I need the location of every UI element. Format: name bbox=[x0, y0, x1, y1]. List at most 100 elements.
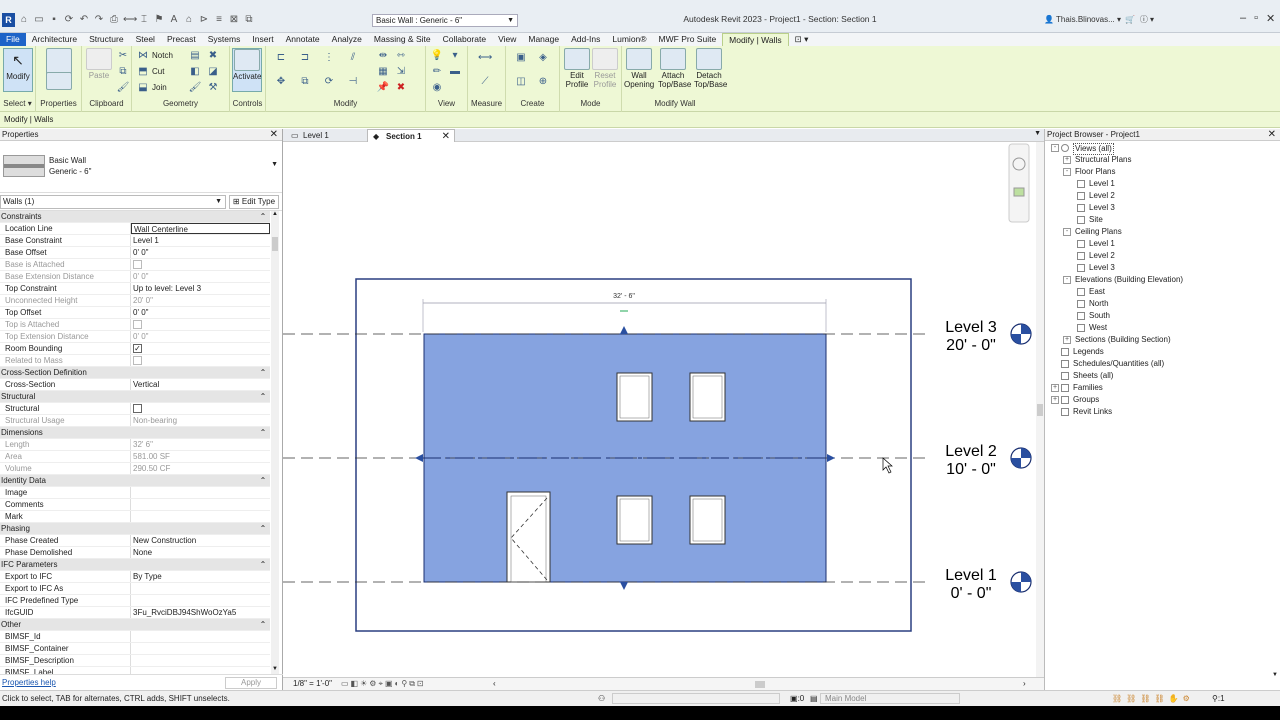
home-icon[interactable]: ⌂ bbox=[18, 14, 30, 26]
mirror-axis-icon[interactable]: ⋮ bbox=[322, 52, 336, 64]
property-value[interactable]: 0' 0" bbox=[131, 247, 270, 258]
properties-help-link[interactable]: Properties help bbox=[2, 678, 56, 687]
workset-dropdown[interactable] bbox=[612, 693, 780, 704]
browser-item[interactable]: Level 2 bbox=[1045, 190, 1280, 202]
measure-icon[interactable]: ⟷ bbox=[123, 14, 137, 26]
override-graphics-icon[interactable]: ▾ bbox=[448, 50, 462, 62]
scroll-left-icon[interactable]: ‹ bbox=[493, 678, 496, 690]
property-value[interactable]: Level 1 bbox=[131, 235, 270, 246]
hide-element-icon[interactable]: ◉ bbox=[430, 82, 444, 94]
view-control-icons[interactable]: ▭◧☀⚙⌖▣◐⚲⧉⊡ bbox=[341, 678, 426, 690]
section-icon[interactable]: ⊳ bbox=[198, 14, 210, 26]
browser-item[interactable]: Revit Links bbox=[1045, 406, 1280, 418]
sync-icon[interactable]: ⟳ bbox=[63, 14, 75, 26]
type-selector[interactable]: Basic Wall Generic - 6" ▼ bbox=[0, 141, 282, 193]
scroll-thumb[interactable] bbox=[1037, 404, 1043, 416]
split-face-icon[interactable]: ◧ bbox=[188, 66, 202, 78]
browser-item[interactable]: + Sections (Building Section) bbox=[1045, 334, 1280, 346]
type-properties-button[interactable] bbox=[44, 72, 74, 91]
tab-mwf-pro-suite[interactable]: MWF Pro Suite bbox=[653, 33, 723, 46]
property-value[interactable] bbox=[131, 655, 270, 666]
property-section-header[interactable]: Identity Data ⌃ bbox=[0, 475, 270, 487]
line-work-icon[interactable]: ✏ bbox=[430, 66, 444, 78]
split-element-icon[interactable]: ⇹ bbox=[376, 50, 390, 62]
browser-item[interactable]: Level 1 bbox=[1045, 238, 1280, 250]
activate-button[interactable]: Activate bbox=[232, 48, 262, 92]
rotate-icon[interactable]: ⟳ bbox=[322, 76, 336, 88]
create-similar-icon[interactable]: ⊕ bbox=[536, 76, 550, 88]
beam-join-icon[interactable]: ⚒ bbox=[206, 82, 220, 94]
array-icon[interactable]: ▦ bbox=[376, 66, 390, 78]
collapse-icon[interactable]: ⌃ bbox=[256, 523, 270, 534]
browser-item[interactable]: East bbox=[1045, 286, 1280, 298]
minimize-icon[interactable]: – bbox=[1240, 12, 1246, 25]
tag-icon[interactable]: ⚑ bbox=[153, 14, 165, 26]
collapse-icon[interactable]: ⌃ bbox=[256, 367, 270, 378]
join-icon[interactable]: ⬓ bbox=[136, 82, 150, 94]
create-assembly-icon[interactable]: ▣ bbox=[514, 52, 528, 64]
scale-icon[interactable]: ⇲ bbox=[394, 66, 408, 78]
browser-item[interactable]: - Elevations (Building Elevation) bbox=[1045, 274, 1280, 286]
collapse-icon[interactable]: - bbox=[1063, 228, 1071, 236]
property-value[interactable]: Vertical bbox=[131, 379, 270, 390]
split-gap-icon[interactable]: ⇿ bbox=[394, 50, 408, 62]
edit-type-button[interactable]: ⊞ Edit Type bbox=[229, 195, 279, 209]
property-section-header[interactable]: Phasing ⌃ bbox=[0, 523, 270, 535]
browser-item[interactable]: Schedules/Quantities (all) bbox=[1045, 358, 1280, 370]
measure-between-icon[interactable]: ⟷ bbox=[478, 52, 492, 64]
close-icon[interactable]: ✕ bbox=[270, 129, 278, 141]
tab-systems[interactable]: Systems bbox=[202, 33, 247, 46]
tab-level-1[interactable]: ▭ Level 1 bbox=[285, 129, 365, 142]
cut-geometry-button[interactable]: Cut bbox=[152, 67, 164, 76]
tab-modify-walls[interactable]: Modify | Walls bbox=[722, 33, 789, 46]
close-icon[interactable]: ✕ bbox=[1268, 129, 1276, 141]
ribbon-options-icon[interactable]: ⊡ ▾ bbox=[789, 33, 815, 46]
match-type-icon[interactable]: 🖌 bbox=[116, 82, 130, 94]
tab-analyze[interactable]: Analyze bbox=[326, 33, 368, 46]
collapse-icon[interactable]: ⌃ bbox=[256, 391, 270, 402]
move-icon[interactable]: ✥ bbox=[274, 76, 288, 88]
browser-item[interactable]: - Floor Plans bbox=[1045, 166, 1280, 178]
save-icon[interactable]: ▪ bbox=[48, 14, 60, 26]
edit-profile-button[interactable]: Edit Profile bbox=[562, 48, 592, 89]
maximize-icon[interactable]: ▫ bbox=[1254, 12, 1258, 25]
mirror-draw-icon[interactable]: ⫽ bbox=[346, 52, 360, 64]
pin-icon[interactable]: 📌 bbox=[376, 82, 390, 94]
tab-architecture[interactable]: Architecture bbox=[26, 33, 83, 46]
type-selector-dropdown[interactable]: Basic Wall : Generic - 6" ▼ bbox=[372, 14, 518, 27]
redo-icon[interactable]: ↷ bbox=[93, 14, 105, 26]
property-value[interactable]: None bbox=[131, 547, 270, 558]
scroll-thumb[interactable] bbox=[272, 237, 278, 251]
instance-filter-dropdown[interactable]: Walls (1) ▼ bbox=[0, 195, 226, 209]
browser-item[interactable]: + Groups bbox=[1045, 394, 1280, 406]
browser-item[interactable]: South bbox=[1045, 310, 1280, 322]
collapse-icon[interactable]: - bbox=[1051, 144, 1059, 152]
section-canvas[interactable]: 32' - 6" Level 3 20' - 0" Level 2 10' - … bbox=[283, 142, 1035, 677]
collapse-icon[interactable]: ⌃ bbox=[256, 475, 270, 486]
property-value[interactable] bbox=[131, 511, 270, 522]
text-icon[interactable]: A bbox=[168, 14, 180, 26]
property-section-header[interactable]: Constraints ⌃ bbox=[0, 211, 270, 223]
open-icon[interactable]: ▭ bbox=[33, 14, 45, 26]
attach-top-base-button[interactable]: Attach Top/Base bbox=[658, 48, 691, 89]
scroll-right-icon[interactable]: › bbox=[1023, 678, 1026, 690]
property-value[interactable]: By Type bbox=[131, 571, 270, 582]
tab-massing-site[interactable]: Massing & Site bbox=[368, 33, 437, 46]
offset-icon[interactable]: ⊐ bbox=[298, 52, 312, 64]
property-value[interactable] bbox=[131, 667, 270, 674]
view-vertical-scrollbar[interactable] bbox=[1036, 142, 1044, 677]
checkbox[interactable] bbox=[133, 404, 142, 413]
design-options-icon[interactable]: ▤ bbox=[810, 691, 818, 706]
browser-item[interactable]: Sheets (all) bbox=[1045, 370, 1280, 382]
tab-manage[interactable]: Manage bbox=[522, 33, 565, 46]
aligned-dimension-icon[interactable]: ⟋ bbox=[478, 76, 492, 88]
join-button[interactable]: Join bbox=[152, 83, 167, 92]
collapse-icon[interactable]: - bbox=[1063, 168, 1071, 176]
property-value[interactable] bbox=[131, 643, 270, 654]
browser-item[interactable]: West bbox=[1045, 322, 1280, 334]
design-option-dropdown[interactable]: Main Model bbox=[820, 693, 960, 704]
property-section-header[interactable]: Cross-Section Definition ⌃ bbox=[0, 367, 270, 379]
cut-geometry-icon[interactable]: ⬒ bbox=[136, 66, 150, 78]
close-hidden-icon[interactable]: ⊠ bbox=[228, 14, 240, 26]
checkbox[interactable]: ✓ bbox=[133, 344, 142, 353]
